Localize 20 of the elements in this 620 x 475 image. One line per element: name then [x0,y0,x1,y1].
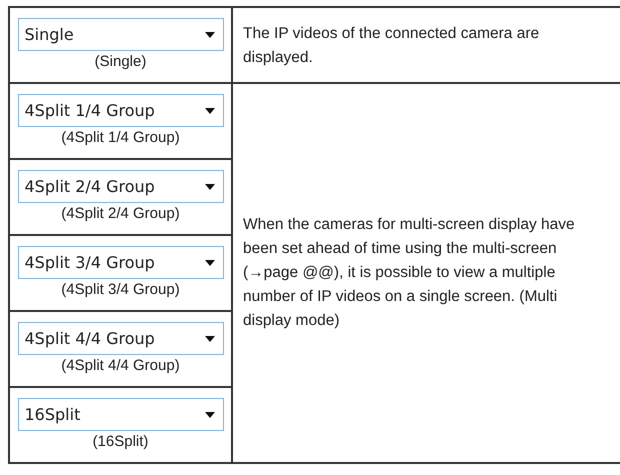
caret-icon [204,336,214,342]
dropdown[interactable]: 4Split 2/4 Group [18,170,224,203]
caret-icon [204,32,214,38]
dropdown[interactable]: Single [18,18,224,51]
description-text: The IP videos of the connected camera are displayed. [243,24,540,68]
option-caption: (Single) [94,53,146,70]
dropdown[interactable]: 16Split [18,398,224,431]
option-caption: (4Split 4/4 Group) [61,357,180,374]
option-caption: (4Split 2/4 Group) [61,205,180,222]
option-caption: (4Split 1/4 Group) [61,129,180,146]
dropdown[interactable]: 4Split 4/4 Group [18,322,224,355]
caret-icon [204,108,214,114]
dropdown[interactable]: 4Split 1/4 Group [18,94,224,127]
caret-icon [204,184,214,190]
caret-icon [204,412,214,418]
dropdown[interactable]: 4Split 3/4 Group [18,246,224,279]
caret-icon [204,260,214,266]
description-text: When the cameras for multi-screen display have been set ahead of time using the multi-screen (→page @@), it is possible to view a multiple number of IP videos on a single screen. (Multi display mode) [243,215,576,331]
option-caption: (16Split) [92,433,148,450]
option-caption: (4Split 3/4 Group) [61,281,180,298]
